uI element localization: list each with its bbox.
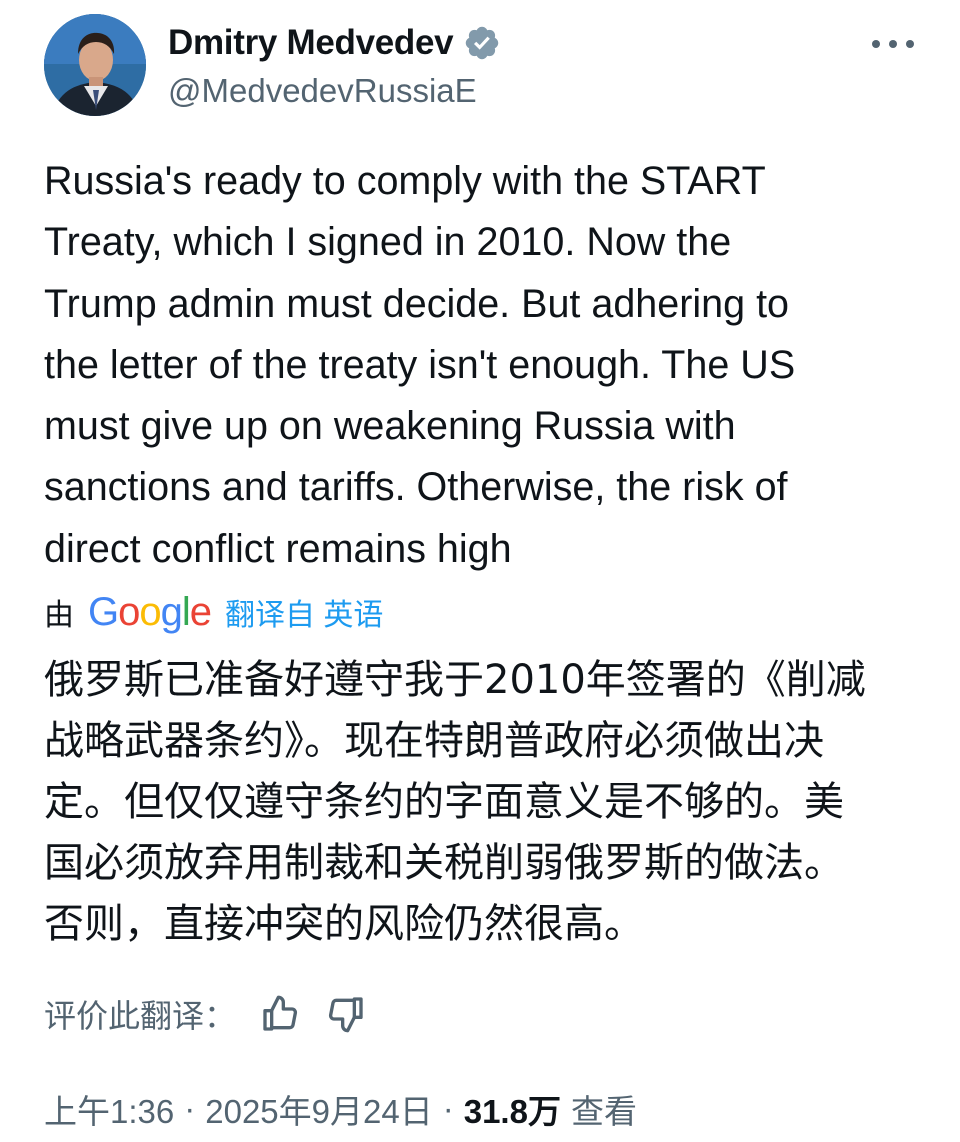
verified-badge-icon — [463, 24, 501, 62]
avatar[interactable] — [44, 14, 146, 116]
views-label: 查看 — [570, 1093, 637, 1130]
rate-translation-label: 评价此翻译： — [44, 998, 237, 1034]
meta-separator: · — [442, 1090, 454, 1127]
more-dot — [872, 40, 880, 48]
avatar-photo — [44, 14, 146, 116]
more-dot — [889, 40, 897, 48]
translation-attribution: 由 Google 翻译自 英语 — [44, 586, 383, 638]
tweet-meta: 上午1:36 · 2025年9月24日 · 31.8万 查看 — [44, 1082, 637, 1136]
author-names: Dmitry Medvedev @MedvedevRussiaE — [168, 20, 501, 110]
watermark-fade — [700, 1110, 960, 1142]
more-options-icon[interactable] — [872, 34, 914, 54]
meta-separator: · — [184, 1090, 196, 1127]
tweet-text: Russia's ready to comply with the START … — [44, 159, 796, 571]
thumbs-down-icon[interactable] — [324, 992, 368, 1036]
tweet-card: Dmitry Medvedev @MedvedevRussiaE Russia'… — [0, 0, 960, 1142]
more-dot — [906, 40, 914, 48]
translated-from-link[interactable]: 翻译自 英语 — [225, 590, 383, 634]
views-count: 31.8万 — [463, 1093, 561, 1130]
translated-by-label: 由 — [44, 599, 74, 632]
tweet-date[interactable]: 2025年9月24日 — [205, 1085, 432, 1133]
google-logo: Google — [88, 590, 212, 634]
thumbs-up-icon[interactable] — [258, 992, 302, 1036]
rate-translation-row: 评价此翻译： — [44, 986, 368, 1042]
display-name-row: Dmitry Medvedev — [168, 20, 501, 66]
tweet-time[interactable]: 上午1:36 — [44, 1085, 174, 1133]
display-name[interactable]: Dmitry Medvedev — [168, 23, 454, 63]
translation-text: 俄罗斯已准备好遵守我于2010年签署的《削减 战略武器条约》。现在特朗普政府必须… — [44, 657, 866, 947]
tweet-header: Dmitry Medvedev @MedvedevRussiaE — [44, 14, 924, 118]
author-handle[interactable]: @MedvedevRussiaE — [168, 72, 501, 110]
